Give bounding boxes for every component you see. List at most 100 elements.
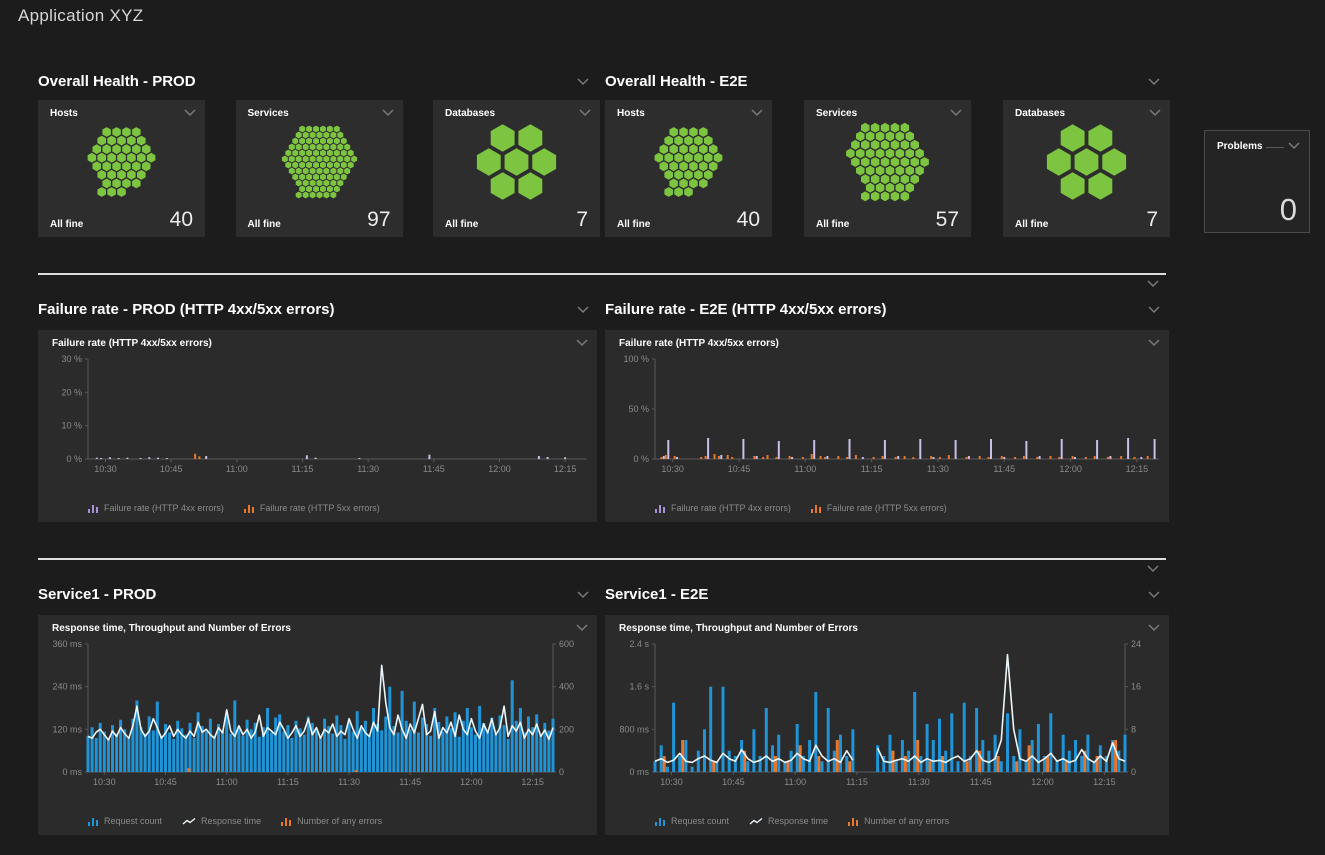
legend-item[interactable]: Request count: [655, 816, 729, 826]
section-header-failure-rate-e2e: Failure rate - E2E (HTTP 4xx/5xx errors): [605, 300, 1161, 318]
legend-item[interactable]: Failure rate (HTTP 5xx errors): [244, 503, 380, 513]
hexagon-healthy: [684, 153, 693, 163]
health-tile-prod-databases[interactable]: DatabasesAll fine7: [433, 100, 600, 237]
svg-text:800 ms: 800 ms: [619, 724, 649, 734]
chevron-down-icon[interactable]: [1147, 338, 1161, 347]
entity-count: 40: [170, 209, 193, 230]
health-tile-prod-services[interactable]: ServicesAll fine97: [236, 100, 403, 237]
chevron-down-icon[interactable]: [1147, 623, 1161, 632]
legend-item[interactable]: Number of any errors: [281, 816, 382, 826]
hexagon-healthy: [679, 179, 688, 189]
hexagon-healthy: [306, 186, 312, 193]
hexagon-healthy: [347, 150, 353, 157]
hexagon-healthy: [856, 166, 865, 176]
svg-text:11:30: 11:30: [908, 777, 930, 787]
hexagon-healthy: [871, 174, 880, 184]
legend-item[interactable]: Failure rate (HTTP 4xx errors): [88, 503, 224, 513]
legend-item[interactable]: Request count: [88, 816, 162, 826]
legend-item[interactable]: Number of any errors: [848, 816, 949, 826]
hexagon-healthy: [699, 179, 708, 189]
hexagon-healthy: [684, 170, 693, 180]
health-tile-e2e-services[interactable]: ServicesAll fine57: [804, 100, 971, 237]
hexagon-healthy: [337, 168, 343, 175]
chevron-down-icon[interactable]: [949, 108, 963, 117]
hexagon-healthy: [846, 149, 855, 159]
legend-item[interactable]: Failure rate (HTTP 4xx errors): [655, 503, 791, 513]
chevron-down-icon[interactable]: [576, 305, 590, 314]
legend-label: Failure rate (HTTP 4xx errors): [671, 503, 791, 513]
hexagon-healthy: [518, 172, 542, 200]
svg-text:12:00: 12:00: [488, 464, 511, 474]
tile-title: Services: [816, 108, 857, 119]
svg-text:400: 400: [559, 682, 574, 692]
chevron-down-icon[interactable]: [578, 108, 592, 117]
hexagon-healthy: [309, 180, 315, 187]
hexagon-healthy: [1061, 124, 1085, 152]
svg-text:11:15: 11:15: [861, 464, 883, 474]
hexagon-healthy: [313, 138, 319, 145]
health-tile-e2e-hosts[interactable]: HostsAll fine40: [605, 100, 772, 237]
legend-item[interactable]: Response time: [182, 816, 261, 826]
hexagon-healthy: [684, 136, 693, 146]
hexagon-healthy: [333, 150, 339, 157]
legend-item[interactable]: Failure rate (HTTP 5xx errors): [811, 503, 947, 513]
chart-tile-failure-rate-e2e[interactable]: Failure rate (HTTP 4xx/5xx errors) 0 %50…: [605, 330, 1169, 522]
chevron-down-icon[interactable]: [1287, 141, 1301, 150]
chevron-down-icon[interactable]: [576, 590, 590, 599]
failure-rate-chart-prod: 0 %10 %20 %30 %10:3010:4511:0011:1511:30…: [38, 349, 597, 481]
hexagon-healthy: [302, 192, 308, 199]
chevron-down-icon[interactable]: [1147, 590, 1161, 599]
chevron-down-icon[interactable]: [575, 623, 589, 632]
chevron-down-icon[interactable]: [183, 108, 197, 117]
hexagon-healthy: [117, 170, 126, 180]
hexagon-healthy: [347, 162, 353, 169]
hexagon-healthy: [655, 153, 664, 163]
hexagon-healthy: [330, 144, 336, 151]
svg-text:11:00: 11:00: [784, 777, 806, 787]
chevron-down-icon[interactable]: [381, 108, 395, 117]
hexagon-healthy: [1102, 148, 1126, 176]
chevron-down-icon[interactable]: [1147, 77, 1161, 86]
legend-item[interactable]: Response time: [749, 816, 828, 826]
hexagon-healthy: [313, 150, 319, 157]
hexagon-healthy: [679, 127, 688, 137]
svg-text:120 ms: 120 ms: [52, 724, 82, 734]
problems-tile[interactable]: Problems 0: [1204, 130, 1310, 233]
chevron-down-icon[interactable]: [576, 77, 590, 86]
hexagon-healthy: [351, 156, 357, 163]
hexagon-healthy: [295, 144, 301, 151]
hexagon-healthy: [340, 150, 346, 157]
svg-text:0 ms: 0 ms: [629, 767, 649, 777]
chevron-down-icon[interactable]: [1146, 564, 1160, 573]
bars-icon: [281, 817, 292, 826]
chevron-down-icon[interactable]: [1147, 305, 1161, 314]
hexagon-healthy: [295, 180, 301, 187]
hexagon-healthy: [901, 174, 910, 184]
hexagon-healthy: [333, 126, 339, 133]
hexagon-healthy: [288, 156, 294, 163]
chart-tile-failure-rate-prod[interactable]: Failure rate (HTTP 4xx/5xx errors) 0 %10…: [38, 330, 597, 522]
chart-tile-service1-prod[interactable]: Response time, Throughput and Number of …: [38, 615, 597, 835]
health-tile-prod-hosts[interactable]: HostsAll fine40: [38, 100, 205, 237]
hexagon-healthy: [901, 140, 910, 150]
health-tile-e2e-databases[interactable]: DatabasesAll fine7: [1003, 100, 1170, 237]
svg-text:8: 8: [1131, 724, 1136, 734]
chart-tile-service1-e2e[interactable]: Response time, Throughput and Number of …: [605, 615, 1169, 835]
hexagon-healthy: [1047, 148, 1071, 176]
chevron-down-icon[interactable]: [1146, 279, 1160, 288]
hexagon-healthy: [856, 149, 865, 159]
hexagon-healthy: [714, 153, 723, 163]
hexagon-healthy: [309, 192, 315, 199]
hexagon-healthy: [122, 161, 131, 171]
chevron-down-icon[interactable]: [750, 108, 764, 117]
hexagon-healthy: [689, 127, 698, 137]
hexagon-healthy: [876, 166, 885, 176]
chevron-down-icon[interactable]: [575, 338, 589, 347]
hexagon-healthy: [309, 156, 315, 163]
bars-icon: [88, 817, 99, 826]
hexagon-healthy: [326, 150, 332, 157]
chevron-down-icon[interactable]: [1148, 108, 1162, 117]
hexagon-healthy: [896, 131, 905, 141]
svg-text:10 %: 10 %: [61, 421, 82, 431]
hexagon-healthy: [323, 144, 329, 151]
